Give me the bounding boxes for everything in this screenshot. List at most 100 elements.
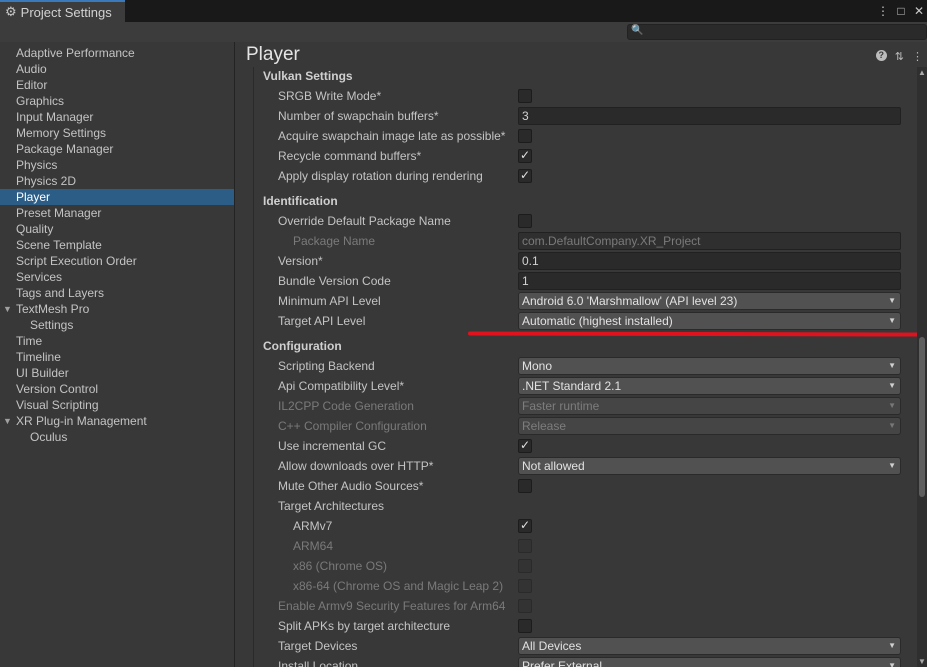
incremental-gc-checkbox[interactable]: ✓ [518,438,532,453]
row-mute-audio: Mute Other Audio Sources* [278,477,917,495]
help-icon[interactable]: ? [875,50,887,61]
override-package-name-checkbox[interactable] [518,214,532,228]
more-options-icon[interactable]: ⋮ [877,4,889,18]
search-input[interactable] [644,25,924,39]
scripting-backend-dropdown[interactable]: Mono ▼ [518,357,901,375]
sidebar-item-input-manager[interactable]: Input Manager [0,109,234,125]
field-label: Use incremental GC [278,439,387,453]
chevron-down-icon: ▼ [888,296,896,305]
target-devices-dropdown[interactable]: All Devices ▼ [518,637,901,655]
recycle-command-buffers-checkbox[interactable]: ✓ [518,148,532,163]
bundle-version-code-input[interactable]: 1 [518,272,901,290]
sidebar-item-quality[interactable]: Quality [0,221,234,237]
fold-expanded-icon[interactable]: ▼ [3,301,12,317]
field-label: Mute Other Audio Sources* [278,479,424,493]
close-icon[interactable]: ✕ [913,4,925,18]
fold-expanded-icon[interactable]: ▼ [3,413,12,429]
field-label: Minimum API Level [278,294,381,308]
sidebar-item-graphics[interactable]: Graphics [0,93,234,109]
sidebar-item-scene-template[interactable]: Scene Template [0,237,234,253]
sidebar-item-version-control[interactable]: Version Control [0,381,234,397]
vertical-scrollbar[interactable]: ▲ ▼ [917,67,927,667]
x86-64-checkbox [518,579,532,593]
dropdown-value: Android 6.0 'Marshmallow' (API level 23) [522,294,738,308]
section-configuration[interactable]: Configuration [263,339,342,353]
sidebar-item-ui-builder[interactable]: UI Builder [0,365,234,381]
checkmark-icon: ✓ [520,438,531,452]
field-label: x86-64 (Chrome OS and Magic Leap 2) [293,579,504,593]
preset-icon[interactable]: ⇅ [895,50,904,63]
sidebar-item-player[interactable]: Player [0,189,234,205]
sidebar-item-preset-manager[interactable]: Preset Manager [0,205,234,221]
scroll-down-icon[interactable]: ▼ [918,657,926,666]
allow-http-dropdown[interactable]: Not allowed ▼ [518,457,901,475]
sidebar-item-visual-scripting[interactable]: Visual Scripting [0,397,234,413]
dropdown-value: All Devices [522,639,582,653]
row-swapchain-buffers: Number of swapchain buffers* 3 [278,107,917,125]
row-split-apks: Split APKs by target architecture [278,617,917,635]
sidebar-item-oculus[interactable]: Oculus [0,429,234,445]
display-rotation-checkbox[interactable]: ✓ [518,168,532,183]
tab-project-settings[interactable]: ⚙ Project Settings [0,0,125,22]
tab-title: Project Settings [20,4,112,20]
row-srgb-write-mode: SRGB Write Mode* [278,87,917,105]
field-label: Number of swapchain buffers* [278,109,439,123]
field-label: Allow downloads over HTTP* [278,459,434,473]
checkmark-icon: ✓ [520,168,531,182]
sidebar-item-services[interactable]: Services [0,269,234,285]
section-vulkan-settings[interactable]: Vulkan Settings [263,69,353,83]
chevron-down-icon: ▼ [888,381,896,390]
chevron-down-icon: ▼ [888,641,896,650]
swapchain-buffers-input[interactable]: 3 [518,107,901,125]
split-apks-checkbox[interactable] [518,619,532,633]
sidebar-item-textmesh-pro[interactable]: ▼ TextMesh Pro [0,301,234,317]
row-target-architectures: Target Architectures [278,497,917,515]
sidebar-item-xr-plugin-management[interactable]: ▼ XR Plug-in Management [0,413,234,429]
checkmark-icon: ✓ [520,148,531,162]
sidebar-item-script-execution-order[interactable]: Script Execution Order [0,253,234,269]
more-options-icon[interactable]: ⋮ [912,50,923,63]
srgb-write-mode-checkbox[interactable] [518,89,532,103]
sidebar-item-tags-and-layers[interactable]: Tags and Layers [0,285,234,301]
row-api-compatibility-level: Api Compatibility Level* .NET Standard 2… [278,377,917,395]
sidebar-item-memory-settings[interactable]: Memory Settings [0,125,234,141]
row-bundle-version-code: Bundle Version Code 1 [278,272,917,290]
acquire-swapchain-checkbox[interactable] [518,129,532,143]
armv7-checkbox[interactable]: ✓ [518,518,532,533]
player-settings-panel: Player ? ⇅ ⋮ Vulkan Settings SRGB Write … [236,42,927,667]
target-api-level-dropdown[interactable]: Automatic (highest installed) ▼ [518,312,901,330]
search-icon: 🔍 [631,25,644,36]
row-cpp-compiler-configuration: C++ Compiler Configuration Release ▼ [278,417,917,435]
search-row: 🔍 [0,22,927,42]
field-label: Scripting Backend [278,359,375,373]
row-arm64: ARM64 [278,537,917,555]
sidebar-item-audio[interactable]: Audio [0,61,234,77]
sidebar-item-textmesh-settings[interactable]: Settings [0,317,234,333]
chevron-down-icon: ▼ [888,401,896,410]
sidebar-item-physics[interactable]: Physics [0,157,234,173]
sidebar-item-physics-2d[interactable]: Physics 2D [0,173,234,189]
sidebar-item-package-manager[interactable]: Package Manager [0,141,234,157]
sidebar-item-adaptive-performance[interactable]: Adaptive Performance [0,45,234,61]
scroll-up-icon[interactable]: ▲ [918,68,926,77]
window-titlebar: ⚙ Project Settings ⋮ □ ✕ [0,0,927,22]
install-location-dropdown[interactable]: Prefer External ▼ [518,657,901,667]
api-compatibility-level-dropdown[interactable]: .NET Standard 2.1 ▼ [518,377,901,395]
field-label: Install Location [278,659,359,667]
version-input[interactable]: 0.1 [518,252,901,270]
maximize-icon[interactable]: □ [895,4,907,18]
sidebar-item-timeline[interactable]: Timeline [0,349,234,365]
arm64-checkbox [518,539,532,553]
row-target-api-level: Target API Level Automatic (highest inst… [278,312,917,330]
sidebar-item-time[interactable]: Time [0,333,234,349]
sidebar-item-editor[interactable]: Editor [0,77,234,93]
minimum-api-level-dropdown[interactable]: Android 6.0 'Marshmallow' (API level 23)… [518,292,901,310]
row-armv9-security: Enable Armv9 Security Features for Arm64 [278,597,917,615]
section-identification[interactable]: Identification [263,194,338,208]
scroll-thumb[interactable] [919,337,925,497]
mute-audio-checkbox[interactable] [518,479,532,493]
row-version: Version* 0.1 [278,252,917,270]
row-install-location: Install Location Prefer External ▼ [278,657,917,667]
field-label: x86 (Chrome OS) [293,559,388,573]
search-box[interactable]: 🔍 [627,24,927,40]
